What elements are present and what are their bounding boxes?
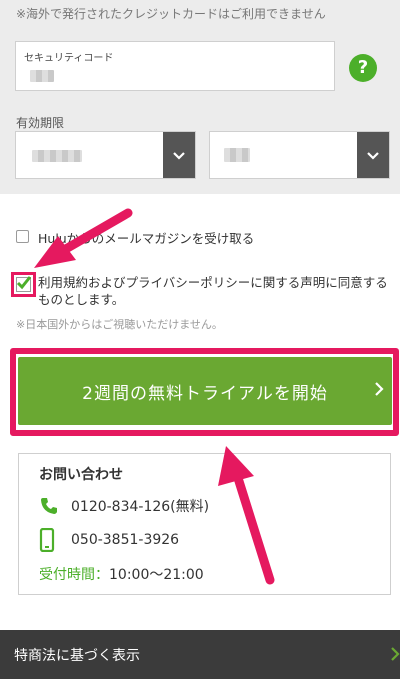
legal-notice-label: 特商法に基づく表示 xyxy=(14,647,140,664)
phone-icon xyxy=(39,496,63,516)
start-free-trial-button[interactable]: 2週間の無料トライアルを開始 xyxy=(18,357,392,425)
newsletter-checkbox[interactable] xyxy=(16,230,29,243)
newsletter-label: Huluからのメールマガジンを受け取る xyxy=(38,231,255,246)
expiry-label: 有効期限 xyxy=(16,116,65,130)
contact-hours: 受付時間： 10:00〜21:00 xyxy=(39,564,204,584)
chevron-right-icon xyxy=(374,381,384,402)
expiry-month-value-blurred xyxy=(32,150,82,162)
contact-mobile-phone-number: 050-3851-3926 xyxy=(71,532,180,548)
contact-hours-value: 10:00〜21:00 xyxy=(109,567,204,583)
expiry-year-select[interactable] xyxy=(209,131,390,179)
contact-title: お問い合わせ xyxy=(39,467,123,483)
region-notice: ※日本国外からはご視聴いただけません。 xyxy=(16,318,223,331)
contact-box: お問い合わせ 0120-834-126(無料) 050-3851-3926 受付… xyxy=(18,453,391,595)
security-code-label: セキュリティコード xyxy=(24,53,114,64)
help-icon[interactable]: ? xyxy=(349,54,377,82)
start-free-trial-label: 2週間の無料トライアルを開始 xyxy=(82,383,328,404)
contact-free-phone[interactable]: 0120-834-126(無料) xyxy=(39,496,209,516)
expiry-month-select[interactable] xyxy=(15,131,196,179)
terms-label: 利用規約およびプライバシーポリシーに関する声明に同意するものとします。 xyxy=(38,275,388,307)
chevron-right-icon xyxy=(390,646,400,666)
security-code-value-blurred xyxy=(30,70,54,82)
expiry-year-value-blurred xyxy=(224,148,250,162)
overseas-card-notice: ※海外で発行されたクレジットカードはご利用できません xyxy=(16,7,326,21)
terms-checkbox[interactable] xyxy=(11,272,36,297)
mobile-phone-icon xyxy=(39,528,63,552)
contact-hours-label: 受付時間： xyxy=(39,567,109,583)
chevron-down-icon[interactable] xyxy=(357,132,389,178)
contact-free-phone-number: 0120-834-126(無料) xyxy=(71,499,210,515)
chevron-down-icon[interactable] xyxy=(163,132,195,178)
contact-mobile-phone[interactable]: 050-3851-3926 xyxy=(39,528,179,552)
checkmark-icon xyxy=(16,276,31,292)
security-code-field[interactable]: セキュリティコード xyxy=(15,41,335,91)
legal-notice-link[interactable]: 特商法に基づく表示 xyxy=(0,630,400,679)
